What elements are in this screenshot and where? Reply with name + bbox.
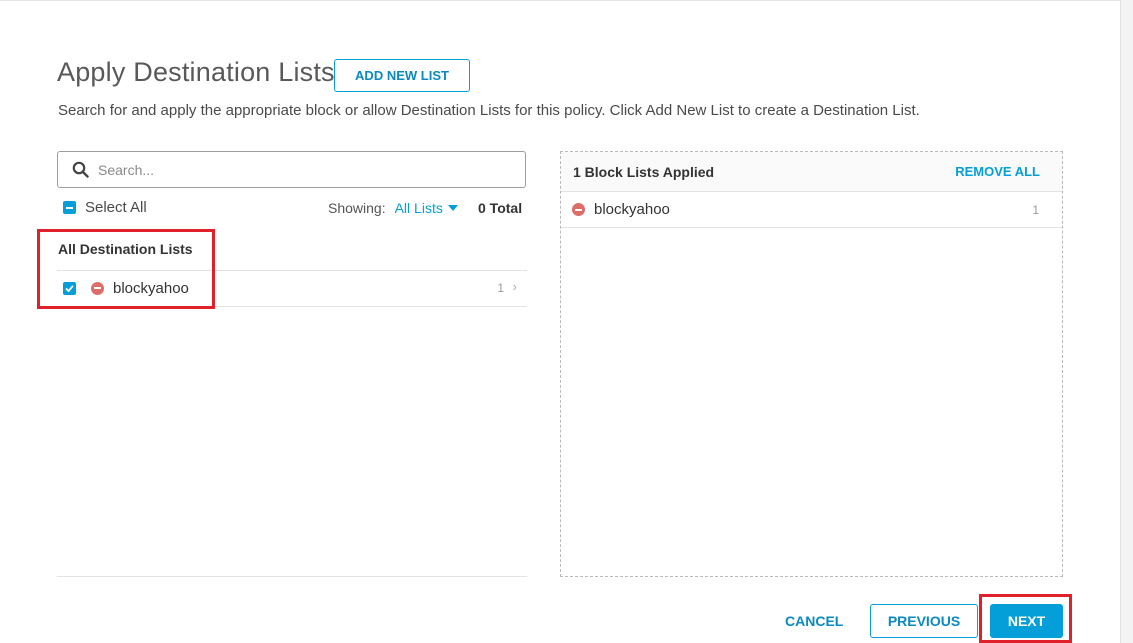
previous-button[interactable]: PREVIOUS — [870, 604, 978, 638]
apply-destination-lists-page: Apply Destination Lists ADD NEW LIST Sea… — [0, 0, 1133, 643]
divider — [57, 576, 527, 577]
applied-list-item[interactable]: blockyahoo 1 — [561, 192, 1062, 228]
page-description: Search for and apply the appropriate blo… — [58, 102, 920, 119]
showing-filter: Showing: All Lists — [328, 200, 458, 216]
block-icon — [572, 203, 585, 216]
applied-lists-title: 1 Block Lists Applied — [573, 163, 715, 180]
list-filter-dropdown[interactable]: All Lists — [395, 200, 443, 216]
applied-item-name: blockyahoo — [594, 201, 670, 218]
page-title: Apply Destination Lists — [57, 57, 335, 87]
search-box[interactable] — [57, 151, 526, 188]
highlight-box — [37, 229, 215, 309]
caret-down-icon[interactable] — [447, 205, 458, 211]
list-item-count: 1 — [497, 281, 504, 295]
checkbox-partial-icon[interactable] — [63, 201, 76, 214]
chevron-right-icon[interactable]: › — [513, 279, 517, 294]
applied-item-count: 1 — [1032, 202, 1039, 217]
add-new-list-button[interactable]: ADD NEW LIST — [334, 59, 470, 92]
applied-lists-header: 1 Block Lists Applied REMOVE ALL — [561, 152, 1062, 192]
cancel-button[interactable]: CANCEL — [785, 613, 843, 629]
total-count: 0 Total — [478, 200, 523, 216]
remove-all-button[interactable]: REMOVE ALL — [955, 164, 1040, 179]
highlight-box — [979, 594, 1072, 643]
select-all-control[interactable]: Select All — [63, 199, 147, 216]
showing-label: Showing: — [328, 200, 386, 216]
select-all-label: Select All — [85, 199, 147, 216]
top-border — [0, 0, 1120, 1]
search-input[interactable] — [98, 161, 498, 178]
window-scroll-edge[interactable] — [1120, 0, 1133, 643]
applied-lists-panel: 1 Block Lists Applied REMOVE ALL blockya… — [560, 151, 1063, 577]
search-icon — [72, 161, 89, 178]
